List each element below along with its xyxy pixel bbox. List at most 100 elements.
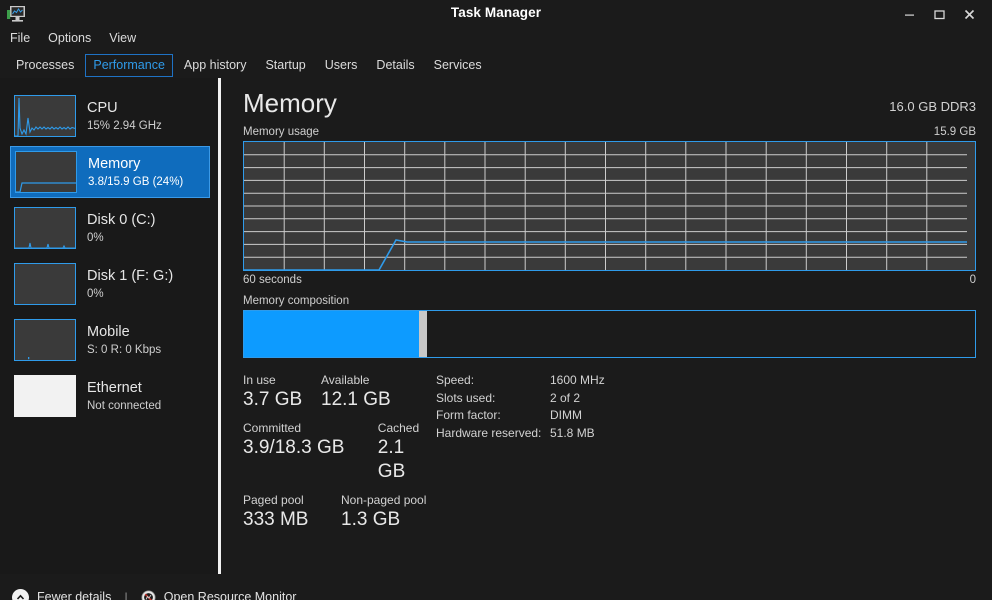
stat-label: Non-paged pool [341, 492, 426, 508]
sidebar-item-label: Disk 0 (C:) [87, 212, 155, 229]
disk1-graph-thumbnail [14, 263, 76, 305]
sidebar-item-label: Disk 1 (F: G:) [87, 268, 173, 285]
stat-non-paged-pool: Non-paged pool 1.3 GB [341, 492, 426, 532]
sidebar-item-cpu[interactable]: CPU 15% 2.94 GHz [10, 90, 210, 142]
stat-in-use: In use 3.7 GB [243, 372, 321, 412]
sidebar-item-sub: 3.8/15.9 GB (24%) [88, 175, 183, 189]
stat-value: 2.1 GB [378, 436, 436, 484]
minimize-button[interactable] [894, 1, 924, 27]
stat-available: Available 12.1 GB [321, 372, 391, 412]
stat-value: DIMM [550, 407, 582, 425]
sidebar-item-ethernet[interactable]: Ethernet Not connected [10, 370, 210, 422]
stat-label: Paged pool [243, 492, 341, 508]
stat-committed: Committed 3.9/18.3 GB [243, 420, 378, 484]
stat-key: Speed: [436, 372, 550, 390]
sidebar-item-label: Ethernet [87, 380, 161, 397]
resource-monitor-icon[interactable] [141, 590, 156, 600]
resource-sidebar: CPU 15% 2.94 GHz Memory 3.8/15.9 GB (24%… [0, 78, 218, 574]
stat-value: 12.1 GB [321, 388, 391, 412]
sidebar-item-sub: S: 0 R: 0 Kbps [87, 343, 161, 357]
stat-key: Hardware reserved: [436, 425, 550, 443]
stat-hardware-reserved: Hardware reserved: 51.8 MB [436, 425, 605, 443]
memory-composition-label: Memory composition [243, 295, 976, 307]
stat-label: Committed [243, 420, 378, 436]
page-title: Memory [243, 88, 337, 118]
open-resource-monitor-link[interactable]: Open Resource Monitor [164, 590, 297, 600]
stat-value: 1.3 GB [341, 508, 426, 532]
stat-speed: Speed: 1600 MHz [436, 372, 605, 390]
tab-app-history[interactable]: App history [176, 54, 255, 77]
window-controls [894, 1, 992, 27]
chart-gridlines [244, 142, 967, 270]
close-button[interactable] [954, 1, 984, 27]
memory-composition-bar[interactable] [243, 310, 976, 358]
stat-value: 1600 MHz [550, 372, 605, 390]
sidebar-item-label: Memory [88, 156, 183, 173]
mobile-graph-thumbnail [14, 319, 76, 361]
memory-usage-chart [243, 141, 976, 271]
stat-value: 2 of 2 [550, 390, 580, 408]
chart-axis-row: 60 seconds 0 [243, 274, 976, 286]
menu-item-view[interactable]: View [109, 31, 136, 45]
sidebar-item-label: CPU [87, 100, 162, 117]
memory-header: Memory 16.0 GB DDR3 [243, 88, 976, 118]
tab-details[interactable]: Details [368, 54, 422, 77]
stat-label: Cached [378, 420, 436, 436]
sidebar-item-mobile[interactable]: Mobile S: 0 R: 0 Kbps [10, 314, 210, 366]
memory-panel: Memory 16.0 GB DDR3 Memory usage 15.9 GB [221, 78, 992, 574]
sidebar-item-sub: 0% [87, 287, 173, 301]
composition-in-use-segment[interactable] [244, 311, 419, 357]
stat-key: Slots used: [436, 390, 550, 408]
axis-label-right: 0 [970, 274, 976, 286]
stat-row-paged-nonpaged: Paged pool 333 MB Non-paged pool 1.3 GB [243, 492, 436, 532]
composition-divider [419, 311, 426, 357]
fewer-details-pre: Fewer [37, 590, 75, 600]
content-area: CPU 15% 2.94 GHz Memory 3.8/15.9 GB (24%… [0, 78, 992, 574]
stat-label: In use [243, 372, 321, 388]
composition-free-segment[interactable] [427, 311, 975, 357]
tab-startup[interactable]: Startup [257, 54, 313, 77]
cpu-graph-thumbnail [14, 95, 76, 137]
sidebar-item-disk0[interactable]: Disk 0 (C:) 0% [10, 202, 210, 254]
chevron-up-icon[interactable] [12, 589, 29, 600]
stat-paged-pool: Paged pool 333 MB [243, 492, 341, 532]
tab-processes[interactable]: Processes [8, 54, 82, 77]
memory-spec: 16.0 GB DDR3 [889, 99, 976, 118]
title-bar: Task Manager [0, 0, 992, 28]
sidebar-item-sub: Not connected [87, 399, 161, 413]
tab-performance[interactable]: Performance [85, 54, 173, 77]
sidebar-item-disk1[interactable]: Disk 1 (F: G:) 0% [10, 258, 210, 310]
disk0-graph-thumbnail [14, 207, 76, 249]
usage-label-row: Memory usage 15.9 GB [243, 126, 976, 138]
menu-item-file[interactable]: File [10, 31, 30, 45]
menu-bar: File Options View [0, 28, 992, 48]
tab-services[interactable]: Services [426, 54, 490, 77]
fewer-details-post: etails [82, 590, 111, 600]
sidebar-item-label: Mobile [87, 324, 161, 341]
maximize-button[interactable] [924, 1, 954, 27]
tab-bar: Processes Performance App history Startu… [0, 52, 992, 78]
stat-row-committed-cached: Committed 3.9/18.3 GB Cached 2.1 GB [243, 420, 436, 484]
memory-stats-right: Speed: 1600 MHz Slots used: 2 of 2 Form … [436, 372, 605, 540]
stat-slots-used: Slots used: 2 of 2 [436, 390, 605, 408]
memory-usage-max: 15.9 GB [934, 126, 976, 138]
stat-value: 3.7 GB [243, 388, 321, 412]
stat-value: 51.8 MB [550, 425, 595, 443]
tab-users[interactable]: Users [317, 54, 366, 77]
axis-label-left: 60 seconds [243, 274, 302, 286]
stat-row-inuse-available: In use 3.7 GB Available 12.1 GB [243, 372, 436, 412]
sidebar-item-memory[interactable]: Memory 3.8/15.9 GB (24%) [10, 146, 210, 198]
memory-graph-thumbnail [15, 151, 77, 193]
memory-stats-left: In use 3.7 GB Available 12.1 GB Committe… [243, 372, 436, 540]
sidebar-item-sub: 0% [87, 231, 155, 245]
stat-form-factor: Form factor: DIMM [436, 407, 605, 425]
status-separator: | [124, 590, 127, 600]
menu-item-options[interactable]: Options [48, 31, 91, 45]
stat-key: Form factor: [436, 407, 550, 425]
memory-usage-svg [244, 142, 967, 270]
stat-value: 333 MB [243, 508, 341, 532]
memory-usage-label: Memory usage [243, 126, 319, 138]
fewer-details-button[interactable]: Fewer details [37, 590, 111, 600]
window-title: Task Manager [0, 5, 992, 20]
stat-value: 3.9/18.3 GB [243, 436, 378, 460]
